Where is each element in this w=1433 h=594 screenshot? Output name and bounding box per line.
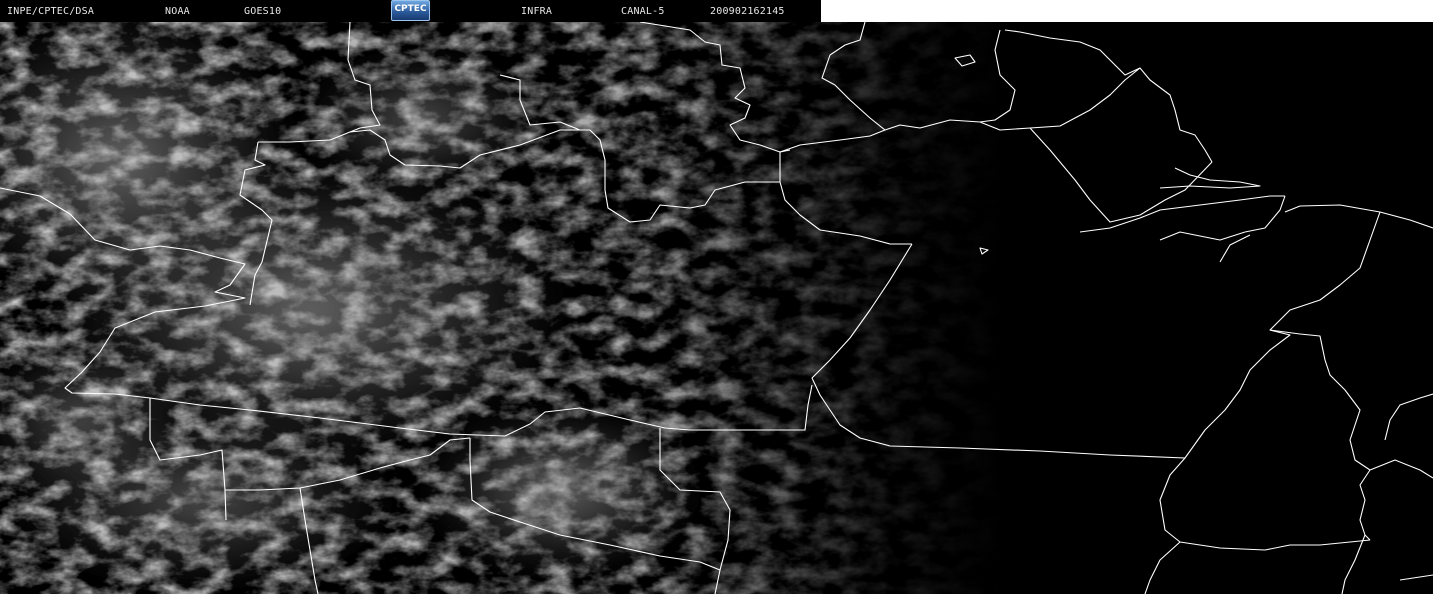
organization-label: INPE/CPTEC/DSA xyxy=(7,6,95,17)
agency-label: NOAA xyxy=(165,6,190,17)
header-blank-area xyxy=(821,0,1433,22)
logo-text: CPTEC xyxy=(394,4,427,14)
satellite-image xyxy=(0,22,1433,594)
cloud-texture xyxy=(0,22,1433,594)
image-header-bar: INPE/CPTEC/DSA NOAA GOES10 CPTEC INFRA C… xyxy=(0,0,821,22)
cptec-logo: CPTEC xyxy=(391,0,430,21)
channel-label: CANAL-5 xyxy=(621,6,665,17)
satellite-label: GOES10 xyxy=(244,6,282,17)
timestamp-label: 200902162145 xyxy=(710,6,785,17)
band-label: INFRA xyxy=(521,6,553,17)
